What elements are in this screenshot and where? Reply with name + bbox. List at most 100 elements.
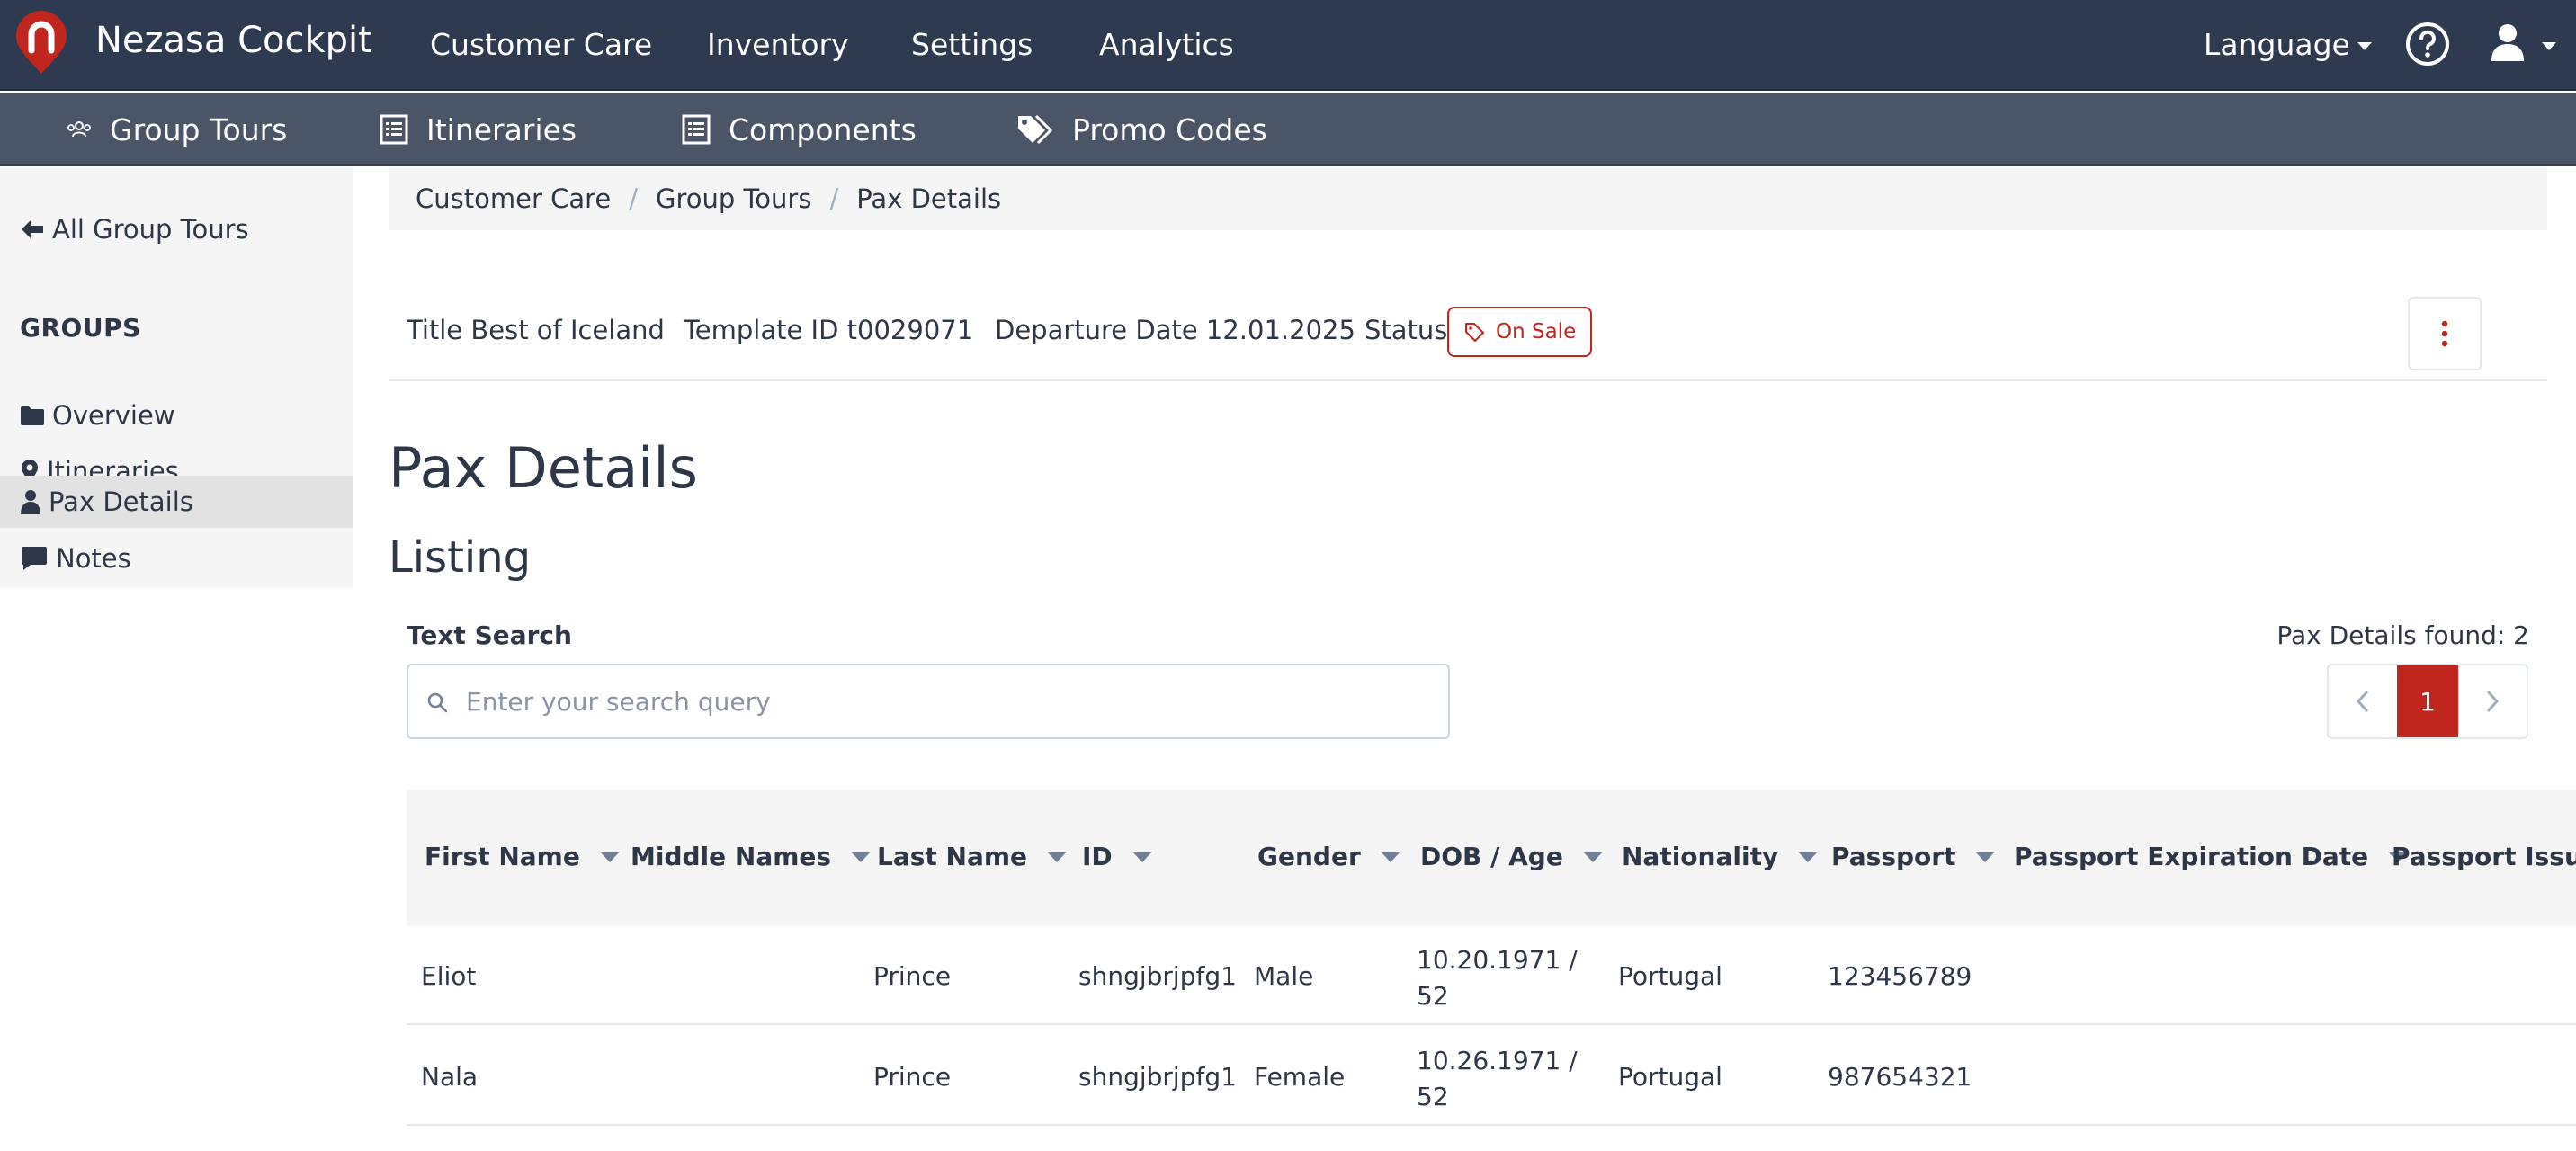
cell-age: 52 [1417, 1082, 1449, 1111]
departure-date: Departure Date 12.01.2025 [995, 315, 1355, 345]
column-label: Passport [1831, 842, 1956, 871]
column-passport-issuing[interactable]: Passport Issuing [2392, 842, 2576, 871]
breadcrumb-group-tours[interactable]: Group Tours [656, 183, 811, 214]
breadcrumb-pax-details: Pax Details [856, 183, 1002, 214]
column-label: Passport Expiration Date [2014, 842, 2369, 871]
sidebar-item-overview-label: Overview [52, 400, 175, 431]
cell-dob-age: 10.26.1971 / 52 [1417, 1043, 1578, 1115]
all-group-tours-label: All Group Tours [52, 214, 249, 245]
tags-icon [1018, 114, 1053, 145]
column-label: ID [1082, 842, 1113, 871]
sidebar-item-pax-details[interactable]: Pax Details [0, 476, 353, 528]
sidebar: All Group Tours GROUPS Overview Itinerar… [0, 167, 353, 588]
column-nationality[interactable]: Nationality [1622, 842, 1819, 871]
nav-customer-care[interactable]: Customer Care [430, 27, 652, 62]
cell-passport: 123456789 [1828, 961, 1972, 991]
subnav-itineraries-label: Itineraries [426, 112, 577, 147]
sub-navbar: Group Tours Itineraries Components Promo… [0, 93, 2576, 166]
subnav-components-label: Components [729, 112, 917, 147]
breadcrumb-customer-care[interactable]: Customer Care [416, 183, 611, 214]
cell-dob-age: 10.20.1971 / 52 [1417, 942, 1578, 1014]
brand-name[interactable]: Nezasa Cockpit [95, 20, 372, 61]
cell-gender: Female [1254, 1062, 1346, 1092]
cell-passport: 987654321 [1828, 1062, 1972, 1092]
table-row[interactable]: Nala Prince shngjbrjpfg1 Female 10.26.19… [407, 1027, 2576, 1126]
question-circle-icon[interactable] [2405, 22, 2450, 67]
subnav-promo-codes[interactable]: Promo Codes [1016, 109, 1267, 150]
user-icon [21, 490, 40, 514]
sort-caret-icon [851, 851, 872, 862]
column-label: First Name [425, 842, 580, 871]
column-label: DOB / Age [1420, 842, 1563, 871]
subnav-promo-codes-label: Promo Codes [1072, 112, 1267, 147]
language-dropdown[interactable]: Language [2204, 27, 2372, 62]
subnav-components[interactable]: Components [682, 109, 917, 150]
cell-dob: 10.26.1971 / [1417, 1046, 1578, 1075]
results-count: Pax Details found: 2 [2276, 620, 2529, 650]
search-box[interactable] [407, 664, 1450, 739]
subnav-itineraries[interactable]: Itineraries [380, 109, 577, 150]
nav-settings[interactable]: Settings [911, 27, 1033, 62]
tour-title: Title Best of Iceland [407, 315, 665, 345]
column-middle-names[interactable]: Middle Names [631, 842, 872, 871]
subnav-group-tours-label: Group Tours [110, 112, 288, 147]
column-id[interactable]: ID [1082, 842, 1152, 871]
sort-caret-icon [1582, 851, 1603, 862]
column-label: Passport Issuing [2392, 842, 2576, 871]
user-icon[interactable] [2490, 23, 2526, 61]
status-label: Status [1364, 315, 1448, 345]
nezasa-logo-icon[interactable] [14, 11, 68, 76]
nav-analytics[interactable]: Analytics [1099, 27, 1234, 62]
column-first-name[interactable]: First Name [425, 842, 620, 871]
list-icon [682, 114, 711, 145]
more-actions-button[interactable] [2408, 297, 2482, 370]
table-header: First Name Middle Names Last Name ID Gen… [407, 790, 2576, 926]
language-label: Language [2204, 27, 2350, 62]
pagination-prev-button[interactable] [2329, 665, 2397, 737]
cell-last-name: Prince [873, 1062, 952, 1092]
column-passport-expiration-date[interactable]: Passport Expiration Date [2014, 842, 2409, 871]
search-label: Text Search [407, 620, 572, 650]
cell-dob: 10.20.1971 / [1417, 945, 1578, 975]
all-group-tours-link[interactable]: All Group Tours [20, 214, 249, 245]
sort-caret-icon [1798, 851, 1819, 862]
column-dob-age[interactable]: DOB / Age [1420, 842, 1603, 871]
search-icon [427, 692, 448, 713]
column-label: Last Name [877, 842, 1028, 871]
column-gender[interactable]: Gender [1257, 842, 1400, 871]
comment-icon [22, 547, 47, 570]
pagination-page-1[interactable]: 1 [2397, 665, 2458, 737]
breadcrumb-separator: / [629, 183, 639, 214]
pagination: 1 [2327, 664, 2528, 739]
breadcrumb-separator: / [829, 183, 839, 214]
page-title: Pax Details [389, 435, 698, 501]
folder-icon [21, 406, 44, 425]
chevron-left-icon [2356, 690, 2369, 713]
section-title: Listing [389, 532, 532, 583]
column-passport[interactable]: Passport [1831, 842, 1996, 871]
chevron-down-icon [2357, 42, 2372, 50]
tag-icon [1465, 323, 1484, 342]
search-input[interactable] [466, 665, 1437, 737]
user-menu-chevron-down-icon[interactable] [2542, 42, 2556, 50]
arrow-left-icon [22, 220, 43, 238]
cell-id: shngjbrjpfg1 [1078, 1062, 1237, 1092]
pagination-next-button[interactable] [2458, 665, 2527, 737]
cell-nationality: Portugal [1618, 961, 1722, 991]
column-label: Gender [1257, 842, 1361, 871]
table-row[interactable]: Eliot Prince shngjbrjpfg1 Male 10.20.197… [407, 926, 2576, 1025]
column-label: Nationality [1622, 842, 1779, 871]
sort-caret-icon [599, 851, 620, 862]
sidebar-item-overview[interactable]: Overview [0, 389, 353, 442]
subnav-group-tours[interactable]: Group Tours [67, 109, 287, 150]
status-badge: On Sale [1447, 307, 1593, 357]
nav-inventory[interactable]: Inventory [707, 27, 849, 62]
sort-caret-icon [1047, 851, 1068, 862]
chevron-right-icon [2486, 690, 2500, 713]
column-label: Middle Names [631, 842, 832, 871]
cell-gender: Male [1254, 961, 1314, 991]
cell-first-name: Eliot [421, 961, 477, 991]
sidebar-item-notes[interactable]: Notes [0, 532, 353, 584]
column-last-name[interactable]: Last Name [877, 842, 1068, 871]
users-icon [67, 121, 91, 138]
